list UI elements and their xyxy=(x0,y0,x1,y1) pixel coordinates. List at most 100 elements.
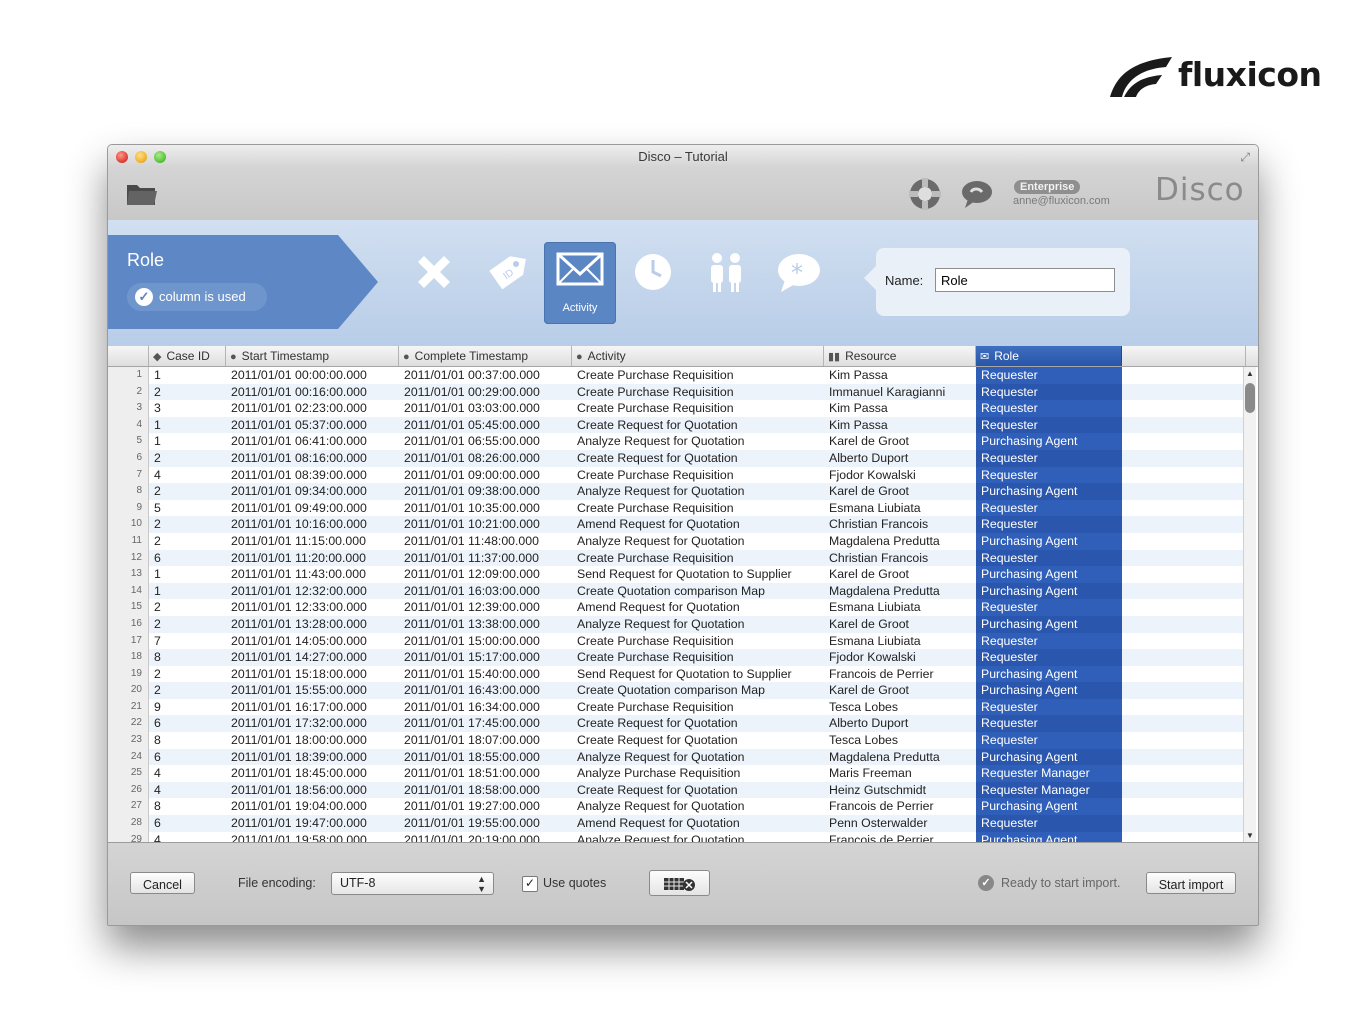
fullscreen-icon[interactable]: ⤢ xyxy=(1240,150,1250,165)
cell-role: Requester xyxy=(976,698,1122,716)
cell-complete-timestamp: 2011/01/01 00:37:00.000 xyxy=(404,368,540,382)
table-row[interactable]: 7 4 2011/01/01 08:39:00.000 2011/01/01 09:0… xyxy=(108,466,1246,484)
cell-case-id: 6 xyxy=(154,716,161,731)
cell-start-timestamp: 2011/01/01 18:00:00.000 xyxy=(231,733,367,748)
table-row[interactable]: 24 6 2011/01/01 18:39:00.000 2011/01/01 18:… xyxy=(108,748,1246,766)
cell-activity: Analyze Request for Quotation xyxy=(577,749,745,764)
table-row[interactable]: 17 7 2011/01/01 14:05:00.000 2011/01/01 15:… xyxy=(108,632,1246,650)
table-row[interactable]: 16 2 2011/01/01 13:28:00.000 2011/01/01 13:… xyxy=(108,615,1246,633)
table-row[interactable]: 9 5 2011/01/01 09:49:00.000 2011/01/01 10:3… xyxy=(108,499,1246,517)
cell-resource: Alberto Duport xyxy=(829,450,909,465)
table-row[interactable]: 2 2 2011/01/01 00:16:00.000 2011/01/01 00:2… xyxy=(108,383,1246,401)
cell-start-timestamp: 2011/01/01 10:16:00.000 xyxy=(231,517,367,532)
encoding-select[interactable]: UTF-8 ▲ ▼ xyxy=(331,872,494,895)
table-row[interactable]: 22 6 2011/01/01 17:32:00.000 2011/01/01 17:… xyxy=(108,715,1246,733)
cell-role: Purchasing Agent xyxy=(976,615,1122,633)
table-settings-button[interactable] xyxy=(649,870,710,896)
cell-complete-timestamp: 2011/01/01 08:26:00.000 xyxy=(404,450,540,465)
cell-resource: Karel de Groot xyxy=(829,567,909,582)
table-row[interactable]: 21 9 2011/01/01 16:17:00.000 2011/01/01 16:… xyxy=(108,698,1246,716)
table-row[interactable]: 23 8 2011/01/01 18:00:00.000 2011/01/01 18:… xyxy=(108,732,1246,749)
table-row[interactable]: 5 1 2011/01/01 06:41:00.000 2011/01/01 06:5… xyxy=(108,433,1246,450)
preview-table: ◆ Case ID ● Start Timestamp ● Complete Time… xyxy=(108,346,1258,842)
scroll-down-arrow-icon[interactable]: ▼ xyxy=(1246,831,1254,840)
column-used-status[interactable]: ✓ column is used xyxy=(127,283,267,311)
table-row[interactable]: 15 2 2011/01/01 12:33:00.000 2011/01/01 12:… xyxy=(108,599,1246,616)
open-folder-icon[interactable] xyxy=(126,179,158,207)
cell-resource: Penn Osterwalder xyxy=(829,816,928,831)
row-number: 1 xyxy=(108,367,149,384)
cell-start-timestamp: 2011/01/01 15:18:00.000 xyxy=(231,666,367,681)
cell-case-id: 2 xyxy=(154,600,161,615)
feedback-chat-icon[interactable] xyxy=(961,179,993,209)
cell-role: Requester xyxy=(976,632,1122,650)
other-attribute-icon: * xyxy=(778,254,820,292)
app-window: Disco – Tutorial ⤢ Enterprise anne@fluxi… xyxy=(107,144,1259,926)
table-row[interactable]: 19 2 2011/01/01 15:18:00.000 2011/01/01 15:… xyxy=(108,665,1246,683)
header-resource[interactable]: ▮▮ Resource xyxy=(824,346,976,366)
type-other-button[interactable]: * xyxy=(763,242,835,324)
table-row[interactable]: 6 2 2011/01/01 08:16:00.000 2011/01/01 08:2… xyxy=(108,449,1246,467)
table-row[interactable]: 20 2 2011/01/01 15:55:00.000 2011/01/01 16:… xyxy=(108,682,1246,699)
clock-icon: ● xyxy=(403,351,410,363)
start-import-button[interactable]: Start import xyxy=(1146,872,1236,894)
vertical-scrollbar[interactable]: ▲ ▼ xyxy=(1243,367,1256,842)
name-label: Name: xyxy=(885,273,924,288)
type-activity-button[interactable]: Activity xyxy=(544,242,616,324)
cell-resource: Francois de Perrier xyxy=(829,832,934,842)
table-row[interactable]: 26 4 2011/01/01 18:56:00.000 2011/01/01 18:… xyxy=(108,781,1246,799)
row-number: 8 xyxy=(108,483,149,500)
header-role[interactable]: ✉ Role xyxy=(976,346,1122,366)
header-case-id[interactable]: ◆ Case ID xyxy=(149,346,226,366)
table-row[interactable]: 3 3 2011/01/01 02:23:00.000 2011/01/01 03:0… xyxy=(108,400,1246,417)
table-row[interactable]: 8 2 2011/01/01 09:34:00.000 2011/01/01 09:3… xyxy=(108,483,1246,500)
table-row[interactable]: 10 2 2011/01/01 10:16:00.000 2011/01/01 10:… xyxy=(108,516,1246,533)
ready-check-icon: ✓ xyxy=(978,875,994,891)
table-row[interactable]: 18 8 2011/01/01 14:27:00.000 2011/01/01 15:… xyxy=(108,649,1246,666)
cell-role: Requester xyxy=(976,466,1122,484)
cell-activity: Analyze Request for Quotation xyxy=(577,616,745,631)
header-complete-timestamp[interactable]: ● Complete Timestamp xyxy=(399,346,572,366)
table-row[interactable]: 25 4 2011/01/01 18:45:00.000 2011/01/01 18:… xyxy=(108,765,1246,782)
cell-role: Purchasing Agent xyxy=(976,682,1122,699)
table-row[interactable]: 4 1 2011/01/01 05:37:00.000 2011/01/01 05:4… xyxy=(108,416,1246,434)
cancel-button[interactable]: Cancel xyxy=(130,872,195,894)
table-row[interactable]: 1 1 2011/01/01 00:00:00.000 2011/01/01 00:3… xyxy=(108,367,1246,384)
column-name-input[interactable] xyxy=(935,268,1115,292)
use-quotes-checkbox[interactable]: ✓ xyxy=(522,876,538,892)
cell-case-id: 1 xyxy=(154,417,161,432)
type-timestamp-button[interactable] xyxy=(617,242,689,324)
cell-case-id: 6 xyxy=(154,816,161,831)
table-row[interactable]: 28 6 2011/01/01 19:47:00.000 2011/01/01 19:… xyxy=(108,815,1246,832)
cell-role: Purchasing Agent xyxy=(976,748,1122,766)
table-row[interactable]: 12 6 2011/01/01 11:20:00.000 2011/01/01 11:… xyxy=(108,549,1246,567)
table-row[interactable]: 14 1 2011/01/01 12:32:00.000 2011/01/01 16:… xyxy=(108,582,1246,600)
type-remove-button[interactable] xyxy=(398,242,470,324)
case-id-tag-icon: ID xyxy=(489,256,526,290)
cell-complete-timestamp: 2011/01/01 11:37:00.000 xyxy=(404,550,539,565)
cell-case-id: 4 xyxy=(154,832,161,842)
table-row[interactable]: 13 1 2011/01/01 11:43:00.000 2011/01/01 12:… xyxy=(108,566,1246,583)
tag-icon: ◆ xyxy=(153,351,162,363)
support-lifebuoy-icon[interactable] xyxy=(908,177,942,211)
cell-case-id: 8 xyxy=(154,650,161,665)
license-badge: Enterprise xyxy=(1014,180,1081,194)
cell-resource: Magdalena Predutta xyxy=(829,749,940,764)
type-case-id-button[interactable]: ID xyxy=(471,242,543,324)
table-row[interactable]: 27 8 2011/01/01 19:04:00.000 2011/01/01 19:… xyxy=(108,798,1246,816)
type-resource-button[interactable] xyxy=(690,242,762,324)
table-row[interactable]: 11 2 2011/01/01 11:15:00.000 2011/01/01 11:… xyxy=(108,532,1246,550)
cell-resource: Immanuel Karagianni xyxy=(829,384,946,399)
header-activity[interactable]: ● Activity xyxy=(572,346,824,366)
svg-text:*: * xyxy=(791,259,803,287)
header-start-timestamp[interactable]: ● Start Timestamp xyxy=(226,346,399,366)
scroll-up-arrow-icon[interactable]: ▲ xyxy=(1246,369,1254,378)
scroll-thumb[interactable] xyxy=(1245,383,1255,413)
activity-envelope-icon xyxy=(556,252,604,286)
row-number: 29 xyxy=(108,831,149,842)
cell-role: Purchasing Agent xyxy=(976,582,1122,600)
cell-complete-timestamp: 2011/01/01 13:38:00.000 xyxy=(404,616,540,631)
type-activity-label: Activity xyxy=(562,302,598,314)
cell-role: Requester xyxy=(976,367,1122,384)
table-row[interactable]: 29 4 2011/01/01 19:58:00.000 2011/01/01 20:… xyxy=(108,831,1246,842)
